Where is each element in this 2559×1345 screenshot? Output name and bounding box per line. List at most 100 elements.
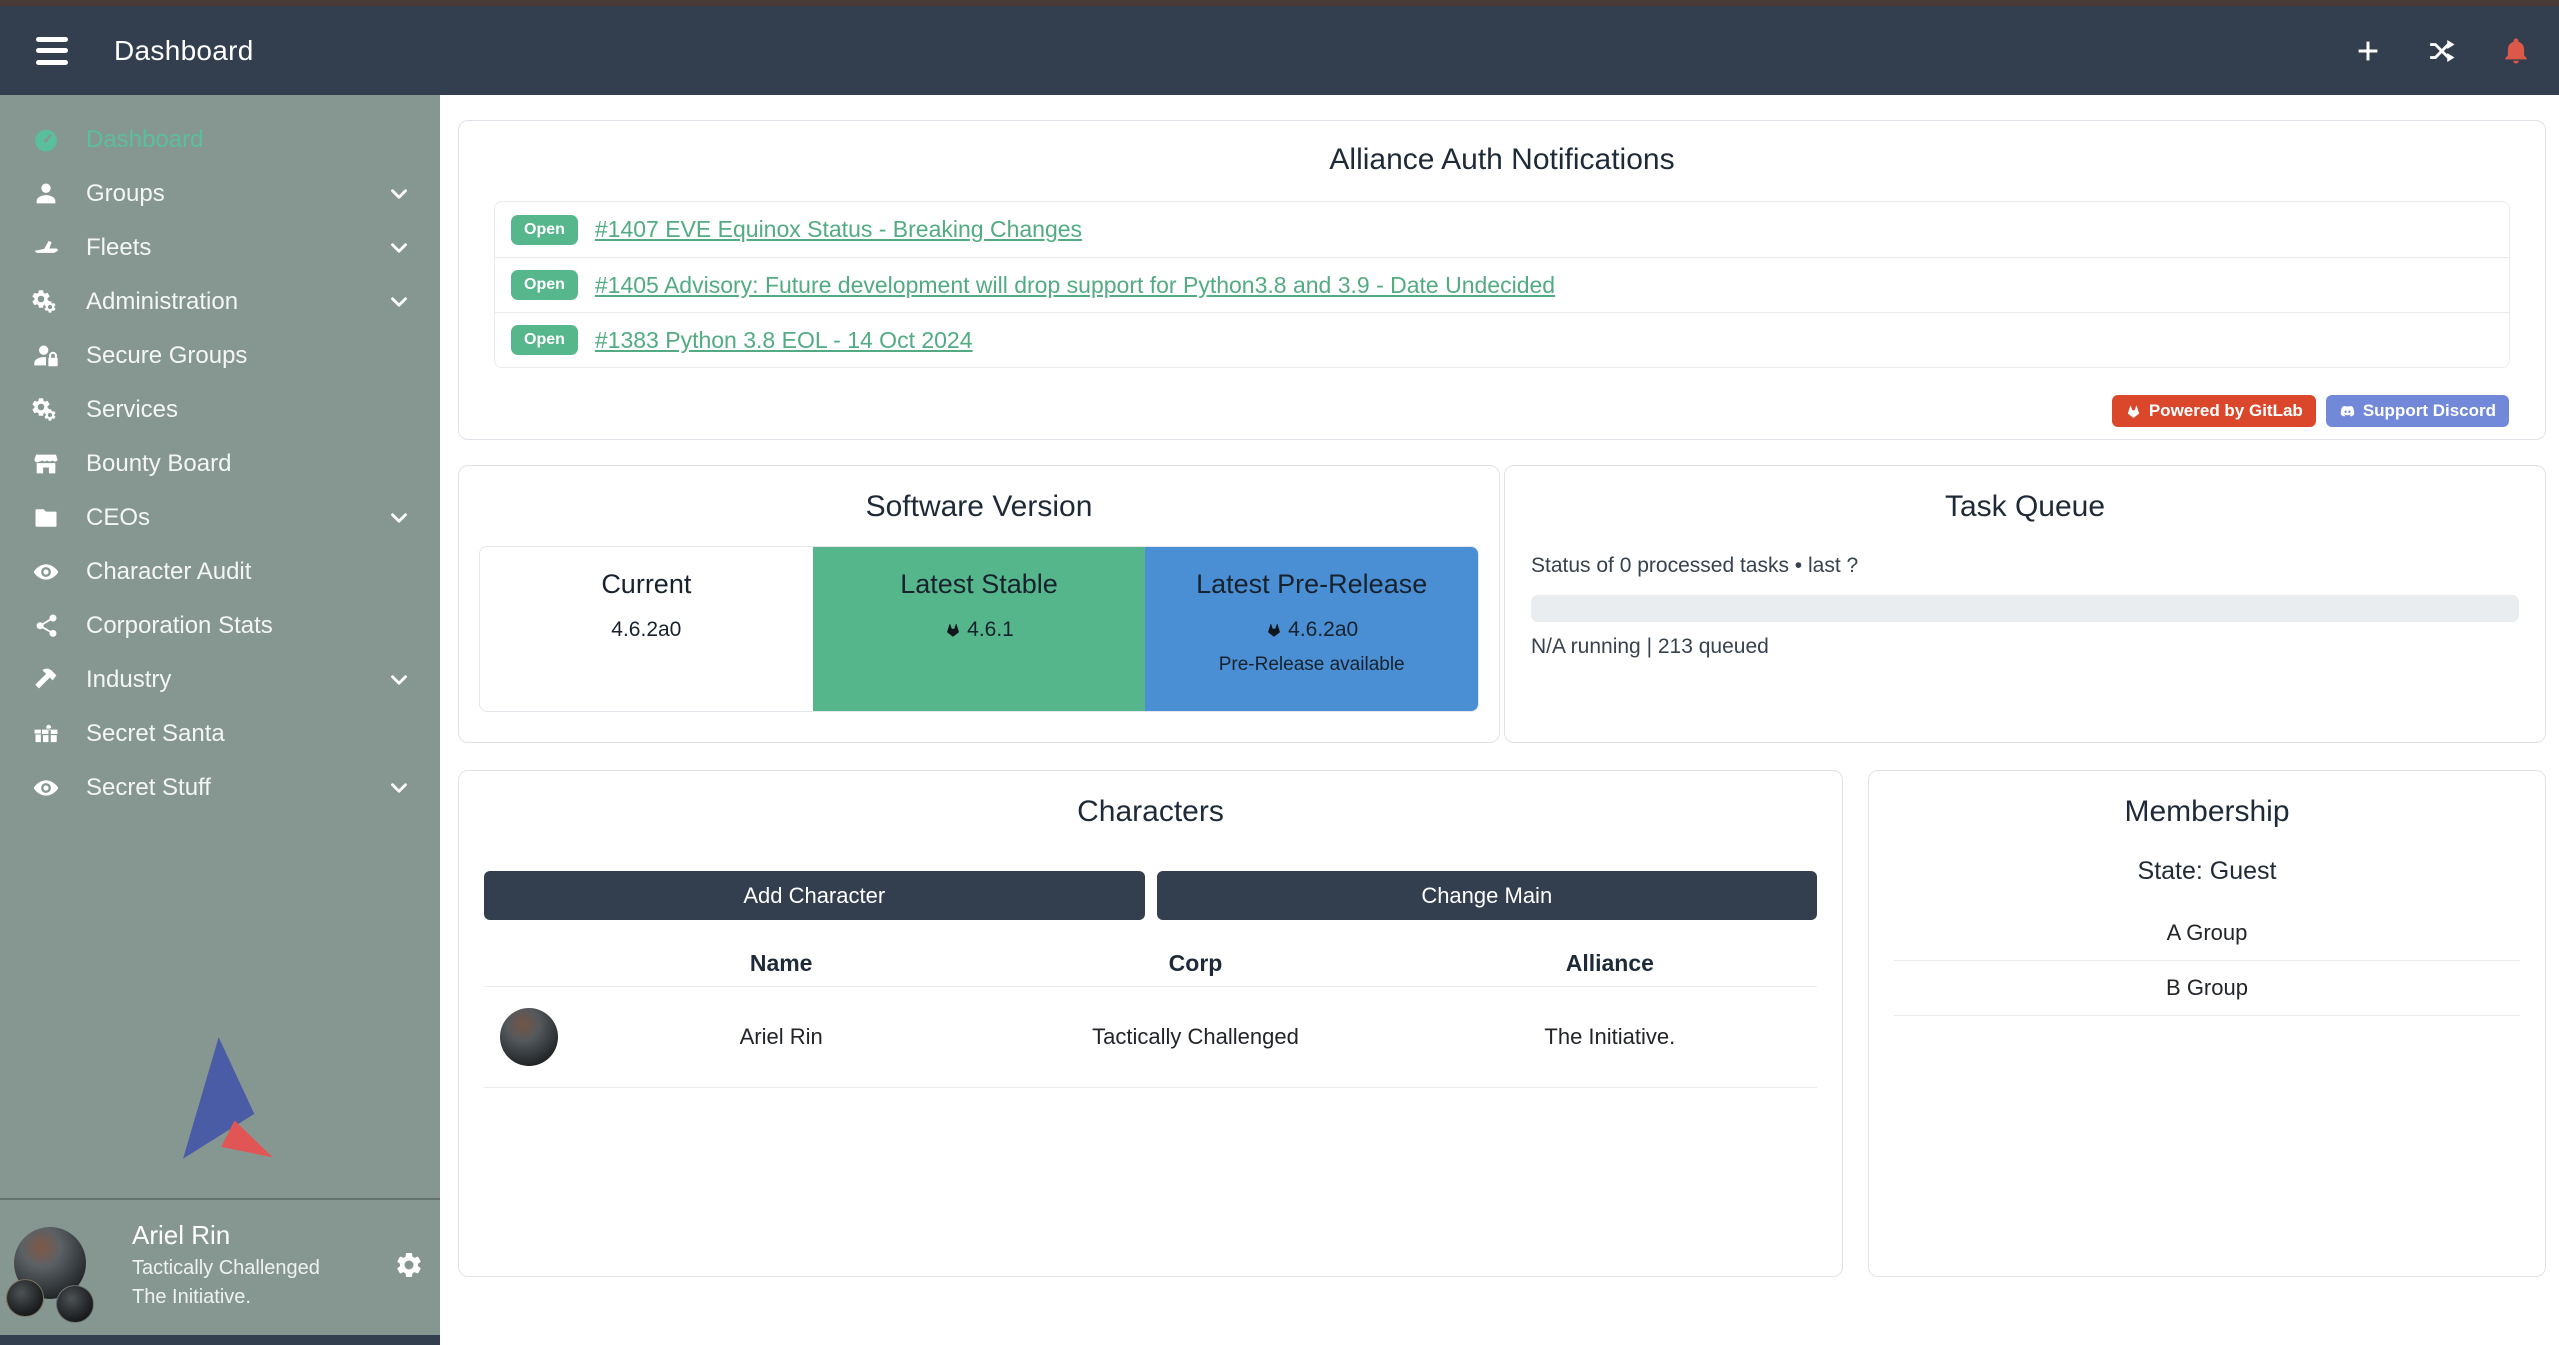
character-corp: Tactically Challenged — [988, 1024, 1402, 1050]
membership-groups-list: A Group B Group — [1894, 906, 2520, 1016]
user-alliance: The Initiative. — [132, 1286, 320, 1309]
characters-title: Characters — [459, 795, 1842, 829]
status-badge: Open — [511, 270, 578, 300]
group-list-item: B Group — [1894, 961, 2520, 1016]
group-list-item: A Group — [1894, 906, 2520, 961]
shuffle-icon[interactable] — [2427, 36, 2457, 66]
notifications-title: Alliance Auth Notifications — [459, 143, 2545, 177]
share-icon — [30, 612, 62, 640]
character-row: Ariel Rin Tactically Challenged The Init… — [484, 986, 1817, 1088]
version-cell-latest-pre-release: Latest Pre-Release 4.6.2a0 Pre-Release a… — [1145, 547, 1478, 711]
user-name: Ariel Rin — [132, 1220, 320, 1251]
user-icon — [30, 180, 62, 208]
chevron-down-icon — [386, 505, 412, 531]
sidebar-item-administration[interactable]: Administration — [0, 275, 440, 329]
version-table: Current 4.6.2a0 Latest Stable 4.6.1 Late… — [479, 546, 1479, 712]
column-name: Name — [574, 950, 988, 977]
powered-by-gitlab-badge[interactable]: Powered by GitLab — [2112, 395, 2316, 427]
folder-icon — [30, 504, 62, 532]
task-queue-progress-bar — [1531, 595, 2519, 622]
main-content: Alliance Auth Notifications Open #1407 E… — [440, 95, 2559, 1345]
status-badge: Open — [511, 215, 578, 245]
sidebar-item-secure-groups[interactable]: Secure Groups — [0, 329, 440, 383]
gitlab-icon — [1265, 621, 1283, 639]
status-badge: Open — [511, 325, 578, 355]
task-queue-panel: Task Queue Status of 0 processed tasks •… — [1504, 465, 2546, 743]
membership-title: Membership — [1869, 795, 2545, 829]
sidebar-item-character-audit[interactable]: Character Audit — [0, 545, 440, 599]
cogs-icon — [30, 288, 62, 316]
version-cell-latest-stable: Latest Stable 4.6.1 — [813, 547, 1146, 711]
navbar: Dashboard — [0, 6, 2559, 95]
sidebar-item-secret-santa[interactable]: Secret Santa — [0, 707, 440, 761]
character-alliance: The Initiative. — [1403, 1024, 1817, 1050]
chevron-down-icon — [386, 667, 412, 693]
task-queue-title: Task Queue — [1505, 490, 2545, 524]
notification-link[interactable]: #1405 Advisory: Future development will … — [595, 272, 1555, 299]
software-version-panel: Software Version Current 4.6.2a0 Latest … — [458, 465, 1500, 743]
sidebar-item-dashboard[interactable]: Dashboard — [0, 113, 440, 167]
cogs-icon — [30, 396, 62, 424]
gitlab-icon — [2125, 403, 2142, 420]
alliance-logo — [0, 1032, 440, 1198]
user-settings-gear-icon[interactable] — [394, 1250, 424, 1280]
characters-panel: Characters Add Character Change Main Nam… — [458, 770, 1843, 1277]
chevron-down-icon — [386, 289, 412, 315]
hammer-icon — [30, 666, 62, 694]
sidebar-item-industry[interactable]: Industry — [0, 653, 440, 707]
tachometer-icon — [30, 126, 62, 154]
discord-icon — [2339, 403, 2356, 420]
user-panel: Ariel Rin Tactically Challenged The Init… — [0, 1200, 440, 1335]
notifications-bell-icon[interactable] — [2501, 36, 2531, 66]
user-lock-icon — [30, 342, 62, 370]
gifts-icon — [30, 720, 62, 748]
character-avatar — [500, 1008, 558, 1066]
page-title: Dashboard — [114, 35, 254, 67]
column-corp: Corp — [988, 950, 1402, 977]
notifications-panel: Alliance Auth Notifications Open #1407 E… — [458, 120, 2546, 440]
sidebar-item-groups[interactable]: Groups — [0, 167, 440, 221]
characters-table-header: Name Corp Alliance — [484, 940, 1817, 986]
support-discord-badge[interactable]: Support Discord — [2326, 395, 2509, 427]
eye-icon — [30, 774, 62, 802]
sidebar-item-fleets[interactable]: Fleets — [0, 221, 440, 275]
column-alliance: Alliance — [1403, 950, 1817, 977]
store-icon — [30, 450, 62, 478]
sidebar: Dashboard Groups Fleets Administration — [0, 95, 440, 1345]
user-avatar — [14, 1227, 90, 1303]
chevron-down-icon — [386, 235, 412, 261]
add-character-button[interactable]: Add Character — [484, 871, 1145, 920]
membership-panel: Membership State: Guest A Group B Group — [1868, 770, 2546, 1277]
sidebar-item-ceos[interactable]: CEOs — [0, 491, 440, 545]
menu-toggle-icon[interactable] — [30, 34, 74, 68]
sidebar-item-corporation-stats[interactable]: Corporation Stats — [0, 599, 440, 653]
task-queue-status: Status of 0 processed tasks • last ? — [1531, 554, 2519, 578]
gitlab-icon — [944, 621, 962, 639]
version-cell-current: Current 4.6.2a0 — [480, 547, 813, 711]
notification-row: Open #1405 Advisory: Future development … — [495, 257, 2509, 312]
chevron-down-icon — [386, 181, 412, 207]
chevron-down-icon — [386, 775, 412, 801]
user-corp: Tactically Challenged — [132, 1257, 320, 1280]
sidebar-footer-strip — [0, 1335, 440, 1345]
eye-icon — [30, 558, 62, 586]
characters-table: Name Corp Alliance Ariel Rin Tactically … — [484, 940, 1817, 1088]
notification-link[interactable]: #1407 EVE Equinox Status - Breaking Chan… — [595, 216, 1082, 243]
change-main-button[interactable]: Change Main — [1157, 871, 1818, 920]
sidebar-item-secret-stuff[interactable]: Secret Stuff — [0, 761, 440, 815]
notification-link[interactable]: #1383 Python 3.8 EOL - 14 Oct 2024 — [595, 327, 973, 354]
add-icon[interactable] — [2353, 36, 2383, 66]
notifications-list: Open #1407 EVE Equinox Status - Breaking… — [494, 201, 2510, 368]
sidebar-item-services[interactable]: Services — [0, 383, 440, 437]
membership-state: State: Guest — [1869, 857, 2545, 886]
jet-icon — [30, 234, 62, 262]
sidebar-item-bounty-board[interactable]: Bounty Board — [0, 437, 440, 491]
alliance-logo-badge — [56, 1285, 94, 1323]
software-version-title: Software Version — [459, 490, 1499, 524]
corp-logo-badge — [6, 1279, 44, 1317]
pre-release-note: Pre-Release available — [1145, 654, 1478, 676]
notification-row: Open #1407 EVE Equinox Status - Breaking… — [495, 202, 2509, 257]
task-queue-counts: N/A running | 213 queued — [1531, 635, 2519, 659]
notification-row: Open #1383 Python 3.8 EOL - 14 Oct 2024 — [495, 312, 2509, 367]
character-name: Ariel Rin — [574, 1024, 988, 1050]
